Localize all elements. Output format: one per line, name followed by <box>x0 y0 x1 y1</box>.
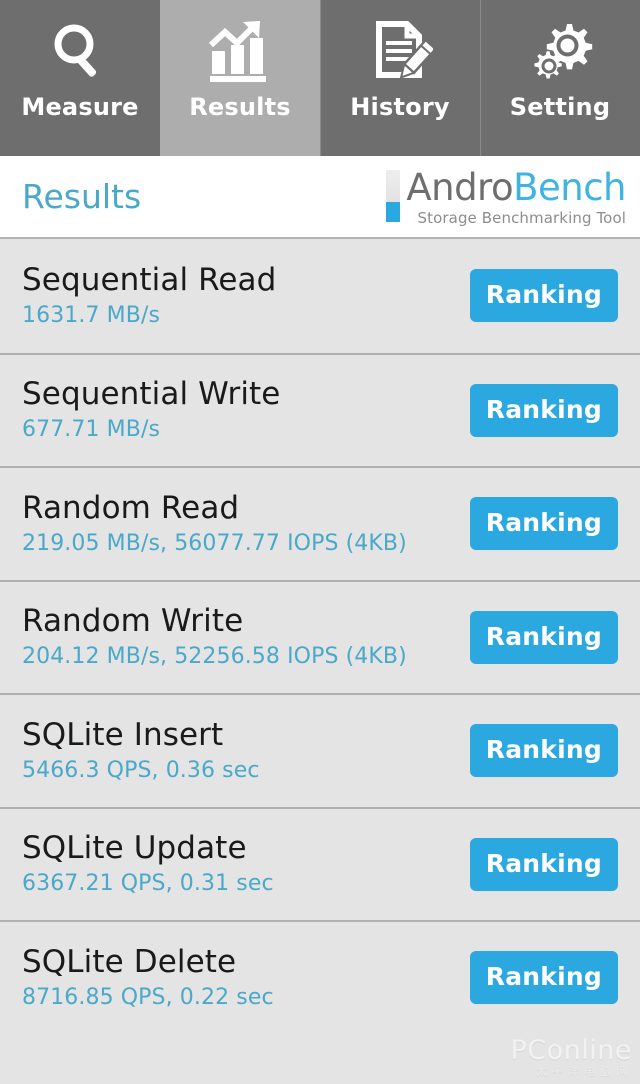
ranking-button[interactable]: Ranking <box>469 724 618 778</box>
result-row-text: SQLite Update 6367.21 QPS, 0.31 sec <box>22 829 274 899</box>
result-row-text: Sequential Write 677.71 MB/s <box>22 375 280 445</box>
result-value: 219.05 MB/s, 56077.77 IOPS (4KB) <box>22 530 407 556</box>
result-title: Sequential Write <box>22 376 281 413</box>
result-row: Sequential Read 1631.7 MB/s Ranking <box>0 239 640 353</box>
result-value: 6367.21 QPS, 0.31 sec <box>22 871 274 897</box>
logo-wordmark: AndroBench <box>406 168 626 208</box>
result-row: Sequential Write 677.71 MB/s Ranking <box>0 352 640 466</box>
androbench-logo: AndroBench Storage Benchmarking Tool <box>386 168 626 227</box>
bar-chart-arrow-icon <box>205 14 275 90</box>
page-header: Results AndroBench Storage Benchmarking … <box>0 156 640 239</box>
result-value: 677.71 MB/s <box>22 417 161 443</box>
logo-text: AndroBench Storage Benchmarking Tool <box>406 168 626 228</box>
document-pencil-icon <box>367 14 433 90</box>
ranking-button[interactable]: Ranking <box>469 383 618 437</box>
result-title: SQLite Insert <box>22 716 224 753</box>
result-value: 204.12 MB/s, 52256.58 IOPS (4KB) <box>22 644 407 670</box>
result-row: SQLite Delete 8716.85 QPS, 0.22 sec Rank… <box>0 920 640 1034</box>
result-row: SQLite Insert 5466.3 QPS, 0.36 sec Ranki… <box>0 693 640 807</box>
ranking-button[interactable]: Ranking <box>469 269 618 323</box>
result-value: 1631.7 MB/s <box>22 302 161 328</box>
result-row: Random Write 204.12 MB/s, 52256.58 IOPS … <box>0 579 640 693</box>
result-row: SQLite Update 6367.21 QPS, 0.31 sec Rank… <box>0 806 640 920</box>
logo-primary: Andro <box>406 166 514 209</box>
watermark-brand: PConline <box>510 1035 632 1066</box>
gears-icon <box>525 14 595 90</box>
result-row-text: SQLite Insert 5466.3 QPS, 0.36 sec <box>22 716 260 786</box>
result-row-text: SQLite Delete 8716.85 QPS, 0.22 sec <box>22 943 274 1013</box>
logo-bar-icon <box>386 170 401 222</box>
tab-setting[interactable]: Setting <box>480 0 640 156</box>
result-row-text: Random Read 219.05 MB/s, 56077.77 IOPS (… <box>22 489 407 559</box>
result-title: SQLite Update <box>22 830 247 867</box>
watermark: PConline 太平洋电脑网 <box>510 1035 633 1079</box>
watermark-subtext: 太平洋电脑网 <box>536 1065 632 1078</box>
result-value: 8716.85 QPS, 0.22 sec <box>22 984 274 1010</box>
results-list: Sequential Read 1631.7 MB/s Ranking Sequ… <box>0 239 640 1034</box>
magnifier-icon <box>47 14 113 90</box>
ranking-button[interactable]: Ranking <box>469 610 618 664</box>
result-title: SQLite Delete <box>22 943 237 980</box>
logo-secondary: Bench <box>513 166 626 209</box>
result-value: 5466.3 QPS, 0.36 sec <box>22 757 260 783</box>
result-title: Sequential Read <box>22 261 277 298</box>
logo-subtitle: Storage Benchmarking Tool <box>417 209 626 227</box>
ranking-button[interactable]: Ranking <box>469 951 618 1005</box>
tab-history[interactable]: History <box>320 0 480 156</box>
result-row: Random Read 219.05 MB/s, 56077.77 IOPS (… <box>0 466 640 580</box>
result-row-text: Sequential Read 1631.7 MB/s <box>22 261 276 331</box>
result-title: Random Write <box>22 603 244 640</box>
tab-label-measure: Measure <box>21 93 139 121</box>
tab-label-results: Results <box>189 93 291 121</box>
tab-label-history: History <box>350 93 450 121</box>
result-title: Random Read <box>22 489 240 526</box>
page-title: Results <box>22 176 142 216</box>
tab-results[interactable]: Results <box>160 0 320 156</box>
androbench-results-screen: Measure Results History Setting Results … <box>0 0 640 1084</box>
tab-measure[interactable]: Measure <box>0 0 160 156</box>
main-tab-bar: Measure Results History Setting <box>0 0 640 156</box>
ranking-button[interactable]: Ranking <box>469 497 618 551</box>
ranking-button[interactable]: Ranking <box>469 837 618 891</box>
tab-label-setting: Setting <box>509 93 611 121</box>
result-row-text: Random Write 204.12 MB/s, 52256.58 IOPS … <box>22 602 407 672</box>
